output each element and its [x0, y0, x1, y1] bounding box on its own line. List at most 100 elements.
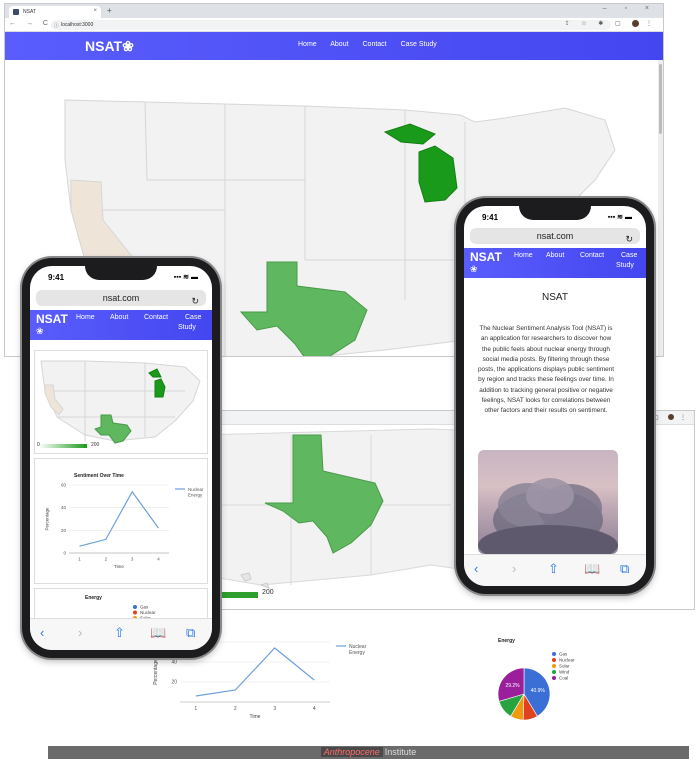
browser-tabstrip: NSAT × + – ▫ × — [5, 4, 663, 18]
legend-label: Energy — [188, 493, 203, 498]
map-legend-max: 200 — [262, 589, 274, 596]
back-icon[interactable]: ‹ — [474, 561, 478, 576]
back-forward-reload-icons[interactable]: ← → C — [9, 20, 52, 27]
pie-slice-label: 29.2% — [505, 683, 520, 689]
legend-swatch-gas — [132, 604, 138, 610]
nav-contact[interactable]: Contact — [144, 314, 168, 321]
tabs-icon[interactable]: ⧉ — [620, 561, 629, 577]
nav-case-study[interactable]: Case Study — [401, 41, 437, 48]
pie-chart-title: Energy — [498, 638, 515, 644]
legend-label: Energy — [349, 650, 365, 656]
site-navbar: NSAT ❀ Home About Contact Case Study — [30, 310, 212, 340]
address-input[interactable]: ⓘ localhost:3000 — [51, 20, 611, 30]
legend-swatch-nuclear — [551, 657, 557, 663]
x-tick-label: 4 — [313, 706, 316, 712]
phone-right-screen: 9:41 ▪▪▪ ≋ ▬ nsat.com ↻ NSAT ❀ Home Abou… — [464, 206, 646, 586]
pie-chart-title: Energy — [85, 595, 102, 601]
y-tick-label: 40 — [61, 505, 67, 510]
site-logo[interactable]: NSAT❀ — [85, 38, 134, 55]
nav-home[interactable]: Home — [76, 314, 95, 321]
new-tab-button[interactable]: + — [107, 6, 112, 15]
page-scrollbar[interactable] — [658, 60, 663, 356]
nav-case[interactable]: Case — [621, 252, 637, 259]
bookmarks-icon[interactable]: 📖 — [584, 561, 600, 577]
footer-brand[interactable]: Anthropocene — [320, 747, 383, 757]
line-chart-mobile: 0 20 40 60 1 2 3 4 Time Percentage Sentiment Over … — [45, 473, 205, 569]
nav-contact[interactable]: Contact — [363, 41, 387, 48]
cloud-photo — [478, 450, 618, 554]
y-tick-label: 60 — [61, 483, 67, 488]
forward-icon[interactable]: › — [512, 561, 516, 576]
safari-toolbar: ‹ › ⇧ 📖 ⧉ — [464, 554, 646, 586]
us-map-mini — [40, 360, 201, 444]
x-tick-label: 2 — [105, 557, 108, 562]
legend-swatch-wind — [551, 669, 557, 675]
nav-home[interactable]: Home — [514, 252, 533, 259]
status-bar: 9:41 ▪▪▪ ≋ ▬ — [30, 266, 212, 288]
legend-label: Nuclear — [559, 658, 575, 663]
legend-swatch-gas — [551, 651, 557, 657]
atom-icon: ❀ — [36, 326, 44, 336]
profile-avatar[interactable] — [632, 20, 640, 27]
reload-icon[interactable]: ↻ — [625, 231, 633, 247]
x-tick-label: 4 — [157, 557, 160, 562]
cloud-shape — [478, 478, 618, 554]
x-tick-label: 2 — [234, 706, 237, 712]
nav-about[interactable]: About — [110, 314, 128, 321]
site-logo[interactable]: NSAT — [470, 251, 502, 263]
back-icon[interactable]: ‹ — [40, 625, 44, 640]
x-tick-label: 3 — [131, 557, 134, 562]
y-tick-label: 20 — [171, 680, 177, 686]
nav-case[interactable]: Case — [185, 314, 201, 321]
browser-toolbar-icons[interactable]: ⇪ ☆ ✱ ▢ ⋮ — [565, 20, 657, 27]
line-chart-card: 0 20 40 60 1 2 3 4 Time Percentage Sentiment Over … — [34, 458, 208, 584]
status-time: 9:41 — [482, 213, 499, 222]
status-bar: 9:41 ▪▪▪ ≋ ▬ — [464, 206, 646, 228]
tabs-icon[interactable]: ⧉ — [186, 625, 195, 641]
legend-label: Solar — [559, 664, 570, 669]
legend-label: Gas — [140, 605, 149, 610]
nav-contact[interactable]: Contact — [580, 252, 604, 259]
map-card: 0 200 — [34, 350, 208, 454]
profile-avatar[interactable] — [668, 414, 675, 421]
browser-tab[interactable]: NSAT × — [9, 6, 101, 18]
nav-study[interactable]: Study — [178, 324, 196, 331]
x-axis-label: Time — [114, 564, 124, 569]
phone-right: 9:41 ▪▪▪ ≋ ▬ nsat.com ↻ NSAT ❀ Home Abou… — [456, 198, 654, 594]
site-logo[interactable]: NSAT — [36, 313, 68, 325]
share-icon[interactable]: ⇧ — [114, 625, 125, 641]
y-tick-label: 40 — [171, 660, 177, 666]
share-icon[interactable]: ⇧ — [548, 561, 559, 577]
pie-slice-label: 40.9% — [531, 688, 546, 694]
scrollbar-thumb[interactable] — [659, 64, 662, 134]
signal-wifi-battery-icon: ▪▪▪ ≋ ▬ — [173, 274, 198, 281]
legend-label: Gas — [559, 652, 568, 657]
about-text: The Nuclear Sentiment Analysis Tool (NSA… — [477, 325, 615, 415]
chart-title: Sentiment Over Time — [74, 473, 124, 479]
reload-icon[interactable]: ↻ — [191, 293, 199, 309]
nav-about[interactable]: About — [330, 41, 348, 48]
favicon-icon — [13, 9, 19, 15]
window-controls[interactable]: – ▫ × — [603, 5, 657, 12]
legend-label: Wind — [559, 670, 570, 675]
status-time: 9:41 — [48, 273, 65, 282]
nav-home[interactable]: Home — [298, 41, 317, 48]
nav-about[interactable]: About — [546, 252, 564, 259]
safari-url-bar[interactable]: nsat.com ↻ — [470, 228, 640, 244]
legend-label: Coal — [559, 676, 568, 681]
site-nav-links: Home About Contact Case Study — [298, 41, 449, 48]
legend-label: Nuclear — [140, 610, 156, 615]
line-series-nuclear-energy — [195, 647, 315, 697]
y-axis-label: Percentage — [153, 659, 159, 685]
tab-close-icon[interactable]: × — [93, 8, 97, 14]
bookmarks-icon[interactable]: 📖 — [150, 625, 166, 641]
map-legend-bar — [39, 444, 87, 448]
x-tick-label: 3 — [273, 706, 276, 712]
safari-url-bar[interactable]: nsat.com ↻ — [36, 290, 206, 306]
tab-title: NSAT — [23, 9, 36, 15]
map-legend-max: 200 — [91, 442, 100, 448]
atom-icon: ❀ — [470, 264, 478, 274]
nav-study[interactable]: Study — [616, 262, 634, 269]
forward-icon[interactable]: › — [78, 625, 82, 640]
info-icon: ⓘ — [54, 23, 60, 29]
